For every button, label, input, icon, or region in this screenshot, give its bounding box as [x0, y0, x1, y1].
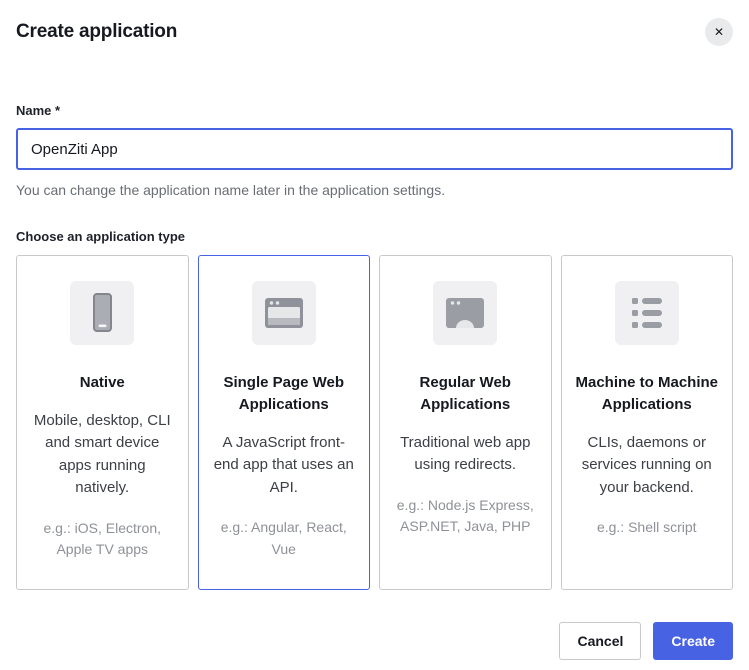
- name-label: Name *: [16, 103, 733, 118]
- app-type-card-spa[interactable]: Single Page Web Applications A JavaScrip…: [198, 255, 371, 590]
- app-type-description: Mobile, desktop, CLI and smart device ap…: [30, 410, 175, 500]
- browser-window-icon: [252, 281, 316, 345]
- modal-title: Create application: [16, 21, 177, 43]
- create-application-modal: Create application ✕ Name * You can chan…: [0, 0, 749, 660]
- app-type-example: e.g.: Angular, React, Vue: [212, 517, 357, 560]
- app-type-example: e.g.: Node.js Express, ASP.NET, Java, PH…: [393, 495, 538, 538]
- modal-footer: Cancel Create: [16, 622, 733, 660]
- application-name-input[interactable]: [16, 128, 733, 170]
- close-icon: ✕: [714, 25, 724, 39]
- app-type-description: Traditional web app using redirects.: [393, 432, 538, 477]
- app-type-title: Machine to Machine Applications: [575, 372, 720, 416]
- app-type-example: e.g.: Shell script: [575, 517, 720, 539]
- application-type-label: Choose an application type: [16, 229, 733, 244]
- app-type-description: A JavaScript front-end app that uses an …: [212, 432, 357, 500]
- app-type-description: CLIs, daemons or services running on you…: [575, 432, 720, 500]
- app-type-title: Single Page Web Applications: [212, 372, 357, 416]
- app-type-card-m2m[interactable]: Machine to Machine Applications CLIs, da…: [561, 255, 734, 590]
- app-type-title: Regular Web Applications: [393, 372, 538, 416]
- app-type-example: e.g.: iOS, Electron, Apple TV apps: [30, 518, 175, 561]
- create-button[interactable]: Create: [653, 622, 733, 660]
- server-window-icon: [433, 281, 497, 345]
- app-type-card-native[interactable]: Native Mobile, desktop, CLI and smart de…: [16, 255, 189, 590]
- phone-icon: [70, 281, 134, 345]
- modal-header: Create application ✕: [16, 0, 733, 46]
- cancel-button[interactable]: Cancel: [559, 622, 641, 660]
- application-type-cards: Native Mobile, desktop, CLI and smart de…: [16, 255, 733, 590]
- list-icon: [615, 281, 679, 345]
- app-type-card-regular-web[interactable]: Regular Web Applications Traditional web…: [379, 255, 552, 590]
- name-helper-text: You can change the application name late…: [16, 182, 733, 198]
- app-type-title: Native: [30, 372, 175, 394]
- close-button[interactable]: ✕: [705, 18, 733, 46]
